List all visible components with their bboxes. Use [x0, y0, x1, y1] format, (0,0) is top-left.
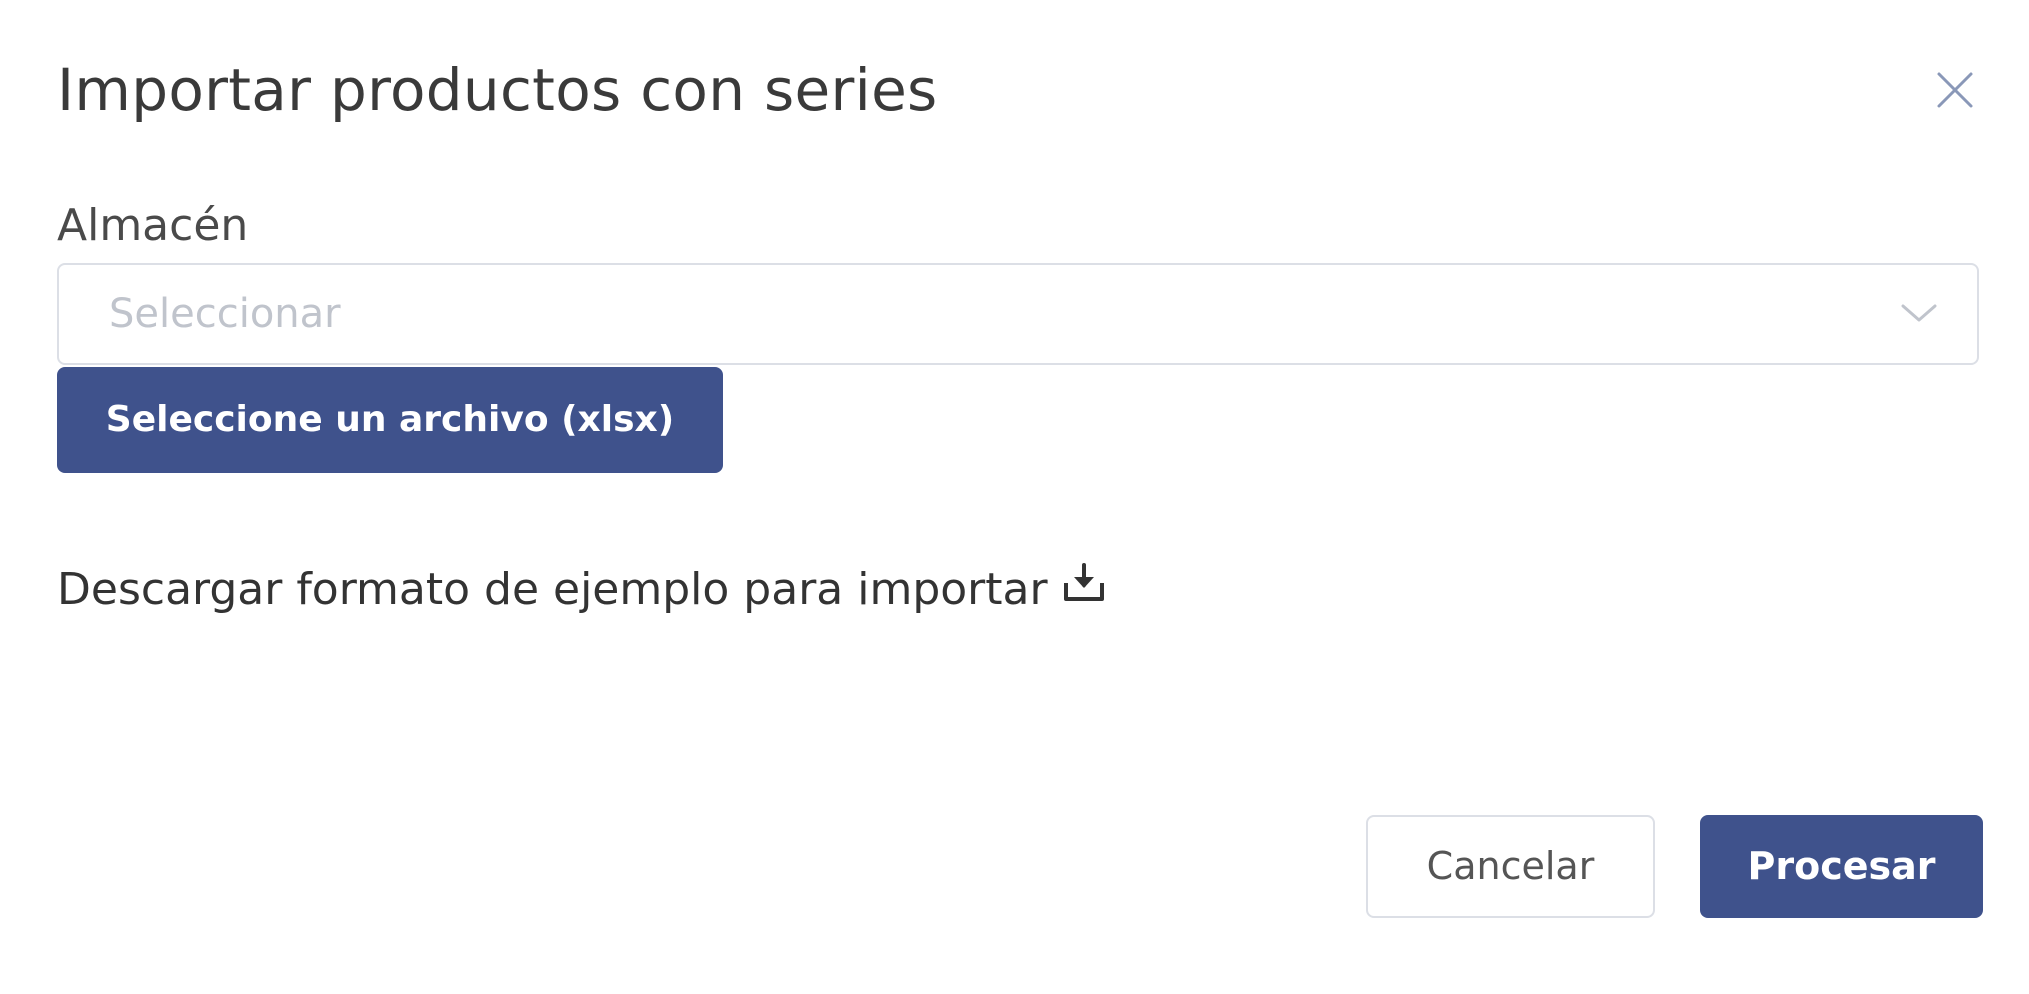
import-dialog: Importar productos con series Almacén Se… — [0, 0, 2029, 994]
cancel-button[interactable]: Cancelar — [1366, 815, 1655, 918]
process-button[interactable]: Procesar — [1700, 815, 1983, 918]
warehouse-select-placeholder: Seleccionar — [109, 291, 341, 337]
warehouse-label: Almacén — [57, 200, 249, 251]
chevron-down-icon — [1901, 304, 1937, 322]
download-example-text: Descargar formato de ejemplo para import… — [57, 564, 1048, 615]
close-button[interactable] — [1925, 60, 1985, 120]
warehouse-select[interactable]: Seleccionar — [57, 263, 1979, 365]
select-file-button[interactable]: Seleccione un archivo (xlsx) — [57, 367, 723, 473]
download-icon — [1063, 563, 1104, 601]
close-icon — [1937, 72, 1973, 108]
download-example-link[interactable]: Descargar formato de ejemplo para import… — [57, 560, 1106, 620]
dialog-title: Importar productos con series — [57, 56, 938, 124]
